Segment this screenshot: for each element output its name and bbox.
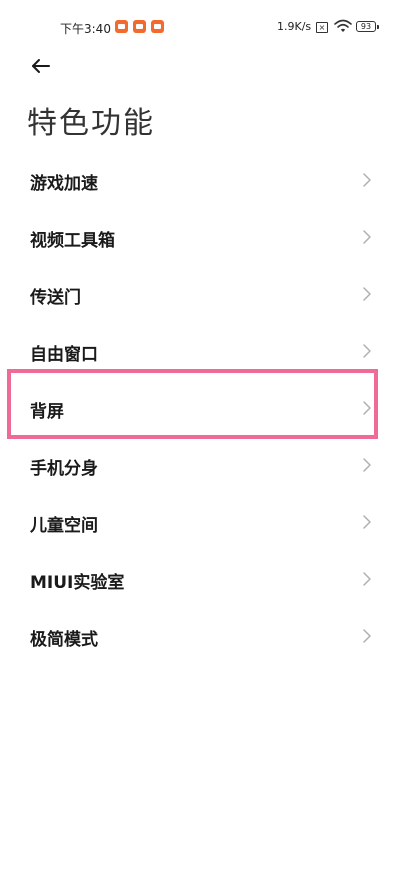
chevron-right-icon <box>363 401 371 415</box>
menu-item-simple-mode[interactable]: 极简模式 <box>0 608 400 665</box>
menu-item-floating-window[interactable]: 自由窗口 <box>0 323 400 380</box>
menu-item-label: 背屏 <box>30 402 64 422</box>
menu-item-game-turbo[interactable]: 游戏加速 <box>0 152 400 209</box>
menu-item-miui-lab[interactable]: MIUI实验室 <box>0 551 400 608</box>
chevron-right-icon <box>363 173 371 187</box>
sim-card-icon: × <box>316 22 328 33</box>
back-button[interactable] <box>24 52 58 82</box>
notification-app-icon <box>151 20 164 33</box>
battery-icon: 93 <box>356 21 379 32</box>
chevron-right-icon <box>363 458 371 472</box>
chevron-right-icon <box>363 344 371 358</box>
wifi-icon <box>334 19 352 32</box>
status-bar: 下午3:40 1.9K/s × 93 <box>0 0 400 56</box>
notification-app-icon <box>133 20 146 33</box>
feature-list: 游戏加速 视频工具箱 传送门 自由窗口 背屏 手机分身 儿童空间 MIUI实验室… <box>0 152 400 665</box>
menu-item-label: 儿童空间 <box>30 516 98 536</box>
chevron-right-icon <box>363 230 371 244</box>
status-time: 下午3:40 <box>60 22 111 36</box>
menu-item-label: 自由窗口 <box>30 345 98 365</box>
menu-item-label: 游戏加速 <box>30 174 98 194</box>
menu-item-portal[interactable]: 传送门 <box>0 266 400 323</box>
menu-item-video-toolbox[interactable]: 视频工具箱 <box>0 209 400 266</box>
chevron-right-icon <box>363 287 371 301</box>
menu-item-label: 手机分身 <box>30 459 98 479</box>
chevron-right-icon <box>363 572 371 586</box>
network-speed: 1.9K/s <box>277 20 312 33</box>
menu-item-kids-space[interactable]: 儿童空间 <box>0 494 400 551</box>
menu-item-label: MIUI实验室 <box>30 573 125 593</box>
menu-item-second-space[interactable]: 手机分身 <box>0 437 400 494</box>
chevron-right-icon <box>363 515 371 529</box>
notification-app-icon <box>115 20 128 33</box>
menu-item-label: 视频工具箱 <box>30 231 115 251</box>
page-title: 特色功能 <box>27 106 155 141</box>
menu-item-label: 极简模式 <box>30 630 98 650</box>
chevron-right-icon <box>363 629 371 643</box>
menu-item-label: 传送门 <box>30 288 81 308</box>
arrow-left-icon <box>32 59 50 73</box>
phone-screen: 下午3:40 1.9K/s × 93 特色功能 游戏加速 视频工具箱 传送门 自… <box>0 0 400 887</box>
menu-item-rear-screen[interactable]: 背屏 <box>0 380 400 437</box>
